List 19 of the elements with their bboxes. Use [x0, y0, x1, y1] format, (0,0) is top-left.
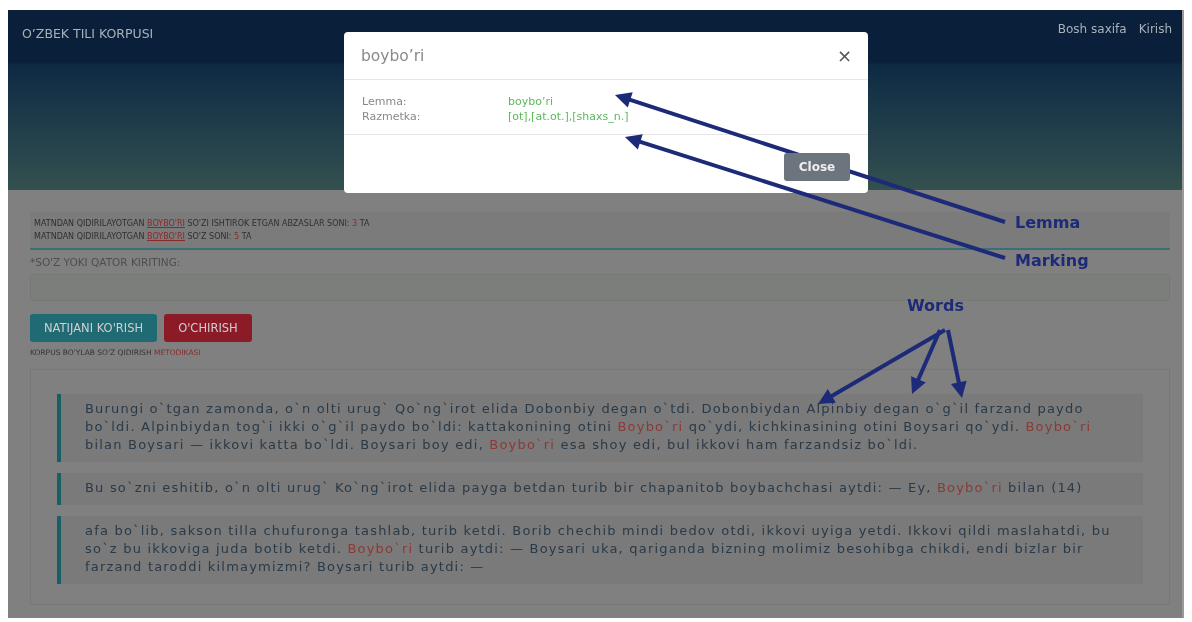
- site-title[interactable]: O’ZBEK TILI KORPUSI: [22, 25, 154, 41]
- nav-link[interactable]: Bosh saxifa: [1057, 22, 1127, 36]
- paragraph-text: afa bo`lib, sakson tilla chufuronga tashlab, turib ketdi. Borib chechib mindi bedov otdi, ikkovi uyiga yetdi. Ikkovi qildi maslahatdi, bu so`z bu ikkoviga juda botib ketdi. Boybo`ri turib aytdi: — Boysari uka, qariganda bizning molimiz besohibga chikdi, endi bizlar bir farzand taroddi kilmaymizmi? Boysari turib aytdi: —: [57, 516, 1143, 584]
- annotation-label: Words: [907, 296, 964, 315]
- nav-link[interactable]: Kirish: [1138, 22, 1172, 36]
- paragraph-text: Burungi o`tgan zamonda, o`n olti urug` Qo`ng`irot elida Dobonbiy degan o`tdi. Dobonbiydan Alpinbiy degan o`g`il farzand paydo bo`ldi. Alpinbiydan tog`i ikki o`g`il paydo bo`ldi: kattakonining otini Boybo`ri qo`ydi, kichkinasining otini Boysari qo`ydi. Boybo`ri bilan Boysari — ikkovi katta bo`ldi. Boysari boy edi, Boybo`ri esa shoy edi, bul ikkovi ham farzandsiz bo`ldi.: [57, 394, 1143, 462]
- field-label: Lemma:: [362, 94, 408, 109]
- field-value: boybo’ri: [508, 94, 553, 109]
- annotation-label: Lemma: [1015, 213, 1081, 232]
- field-value: [ot],[at.ot.],[shaxs_n.]: [508, 109, 629, 124]
- stats-text: MATNDAN QIDIRILAYOTGAN BOYBO'RI SO'Z SONI: 5 TA: [34, 232, 252, 241]
- annotation-label: Marking: [1015, 251, 1089, 270]
- close-button[interactable]: Close: [784, 153, 850, 181]
- stats-text: MATNDAN QIDIRILAYOTGAN BOYBO'RI SO'ZI ISHTIROK ETGAN ABZASLAR SONI: 3 TA: [34, 219, 370, 228]
- action-button[interactable]: O'CHIRISH: [164, 314, 252, 342]
- action-button[interactable]: NATIJANI KO'RISH: [30, 314, 158, 342]
- paragraph-text: Bu so`zni eshitib, o`n olti urug` Ko`ng`irot elida payga betdan turib bir chapanitob boybachchasi aytdi: — Ey, Boybo`ri bilan (14): [57, 473, 1143, 505]
- field-label: Razmetka:: [362, 109, 422, 124]
- modal-title: boybo’ri: [361, 46, 425, 65]
